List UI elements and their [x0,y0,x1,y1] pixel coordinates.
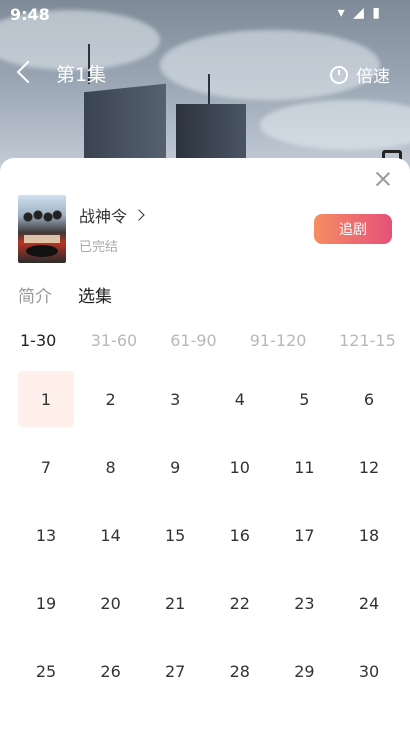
drama-info: 战神令 已完结 追剧 [18,195,392,263]
tab-intro[interactable]: 简介 [18,282,52,307]
video-player[interactable]: 9:48 ▾ ◢ ▮ 第1集 倍速 [0,0,410,185]
episode-title: 第1集 [56,64,107,86]
episode-item[interactable]: 6 [341,371,397,427]
episode-item[interactable]: 22 [212,575,268,631]
episode-item[interactable]: 10 [212,439,268,495]
episode-item[interactable]: 21 [147,575,203,631]
episode-item[interactable]: 23 [276,575,332,631]
speed-button[interactable]: 倍速 [330,62,390,87]
sheet-tabs: 简介 选集 [18,282,112,307]
episode-item[interactable]: 2 [83,371,139,427]
episode-item[interactable]: 17 [276,507,332,563]
episode-item[interactable]: 30 [341,643,397,699]
range-tab[interactable]: 1-30 [20,331,91,350]
drama-title: 战神令 [79,207,128,226]
episode-item[interactable]: 8 [83,439,139,495]
episode-item[interactable]: 29 [276,643,332,699]
back-arrow-icon[interactable] [16,60,40,84]
episode-item[interactable]: 4 [212,371,268,427]
drama-status: 已完结 [79,240,119,255]
episode-item[interactable]: 24 [341,575,397,631]
episode-item[interactable]: 3 [147,371,203,427]
status-icons: ▾ ◢ ▮ [337,5,382,21]
episode-item[interactable]: 19 [18,575,74,631]
follow-button[interactable]: 追剧 [314,214,392,244]
drama-poster[interactable] [18,195,66,263]
range-tab[interactable]: 91-120 [250,331,339,350]
episode-item[interactable]: 7 [18,439,74,495]
episode-item[interactable]: 13 [18,507,74,563]
episode-item[interactable]: 27 [147,643,203,699]
episode-item[interactable]: 14 [83,507,139,563]
cloud [260,100,410,150]
episode-item[interactable]: 15 [147,507,203,563]
episode-item[interactable]: 5 [276,371,332,427]
range-tab[interactable]: 31-60 [91,331,171,350]
drama-title-link[interactable]: 战神令 [79,203,145,227]
player-top-bar: 第1集 倍速 [0,58,410,90]
close-icon[interactable] [374,170,392,188]
status-bar: 9:48 ▾ ◢ ▮ [0,0,410,28]
chevron-right-icon [133,209,145,221]
episode-item[interactable]: 18 [341,507,397,563]
status-time: 9:48 [10,5,50,24]
episode-item[interactable]: 11 [276,439,332,495]
episode-item[interactable]: 16 [212,507,268,563]
episode-item[interactable]: 20 [83,575,139,631]
range-tab[interactable]: 61-90 [170,331,250,350]
episode-item[interactable]: 25 [18,643,74,699]
app-screen: 9:48 ▾ ◢ ▮ 第1集 倍速 战神令 已完结 追剧 简介 选集 1-30 … [0,0,410,729]
episode-range-tabs: 1-30 31-60 61-90 91-120 121-15 [20,331,398,350]
timer-icon [330,65,348,84]
episode-sheet: 战神令 已完结 追剧 简介 选集 1-30 31-60 61-90 91-120… [0,158,410,729]
episode-item[interactable]: 9 [147,439,203,495]
tab-episodes[interactable]: 选集 [78,282,112,307]
episode-item[interactable]: 12 [341,439,397,495]
episode-item[interactable]: 1 [18,371,74,427]
range-tab[interactable]: 121-15 [339,331,398,350]
episode-item[interactable]: 26 [83,643,139,699]
episode-item[interactable]: 28 [212,643,268,699]
speed-label: 倍速 [356,67,390,87]
